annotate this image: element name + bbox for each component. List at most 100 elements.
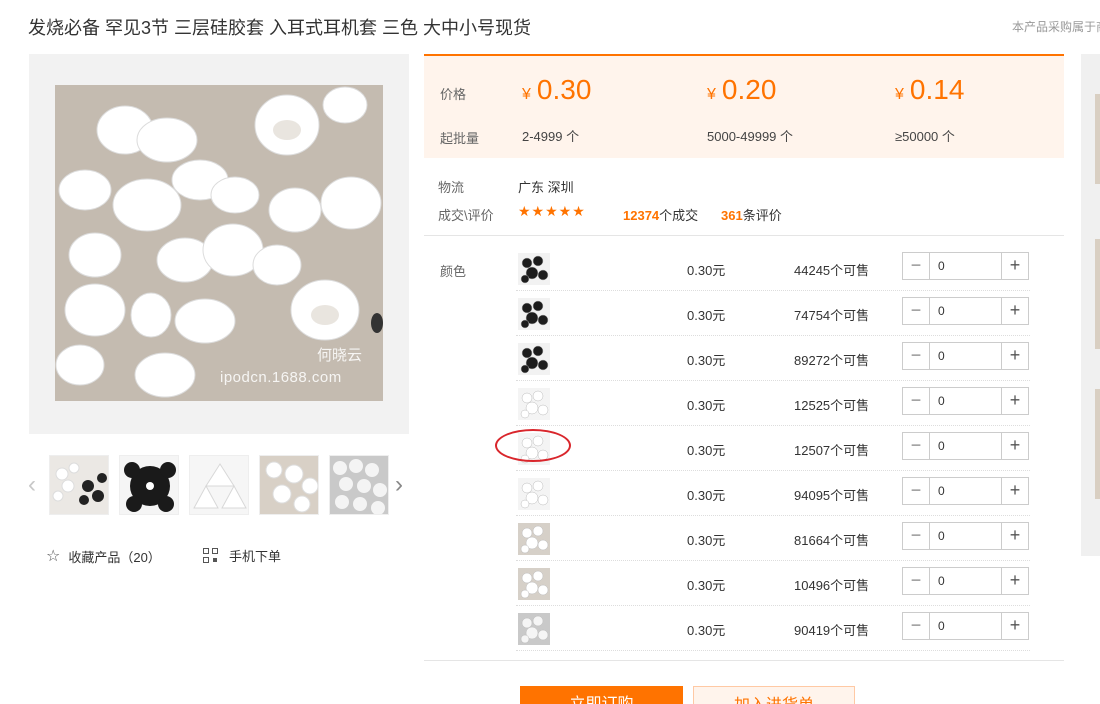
sku-stock: 12507个可售 bbox=[794, 443, 870, 458]
watermark-site: ipodcn.1688.com bbox=[220, 369, 342, 386]
thumbnail-3[interactable] bbox=[189, 455, 249, 515]
increase-button[interactable]: + bbox=[1001, 568, 1028, 594]
sku-row: 0.30元 44245个可售 −0 + bbox=[516, 246, 1030, 291]
sku-price: 0.30元 bbox=[687, 353, 726, 368]
sku-color-thumbnail[interactable] bbox=[518, 298, 550, 330]
sku-color-thumbnail[interactable] bbox=[518, 523, 550, 555]
review-count[interactable]: 361条评价 bbox=[721, 205, 782, 224]
quantity-stepper: −0 + bbox=[902, 432, 1029, 460]
mobile-order-label: 手机下单 bbox=[229, 549, 282, 564]
currency-symbol: ¥ bbox=[895, 86, 904, 103]
tier-3-price: ¥0.14 bbox=[895, 74, 965, 105]
quantity-stepper: −0 + bbox=[902, 342, 1029, 370]
main-product-image: 何晓云 ipodcn.1688.com bbox=[29, 54, 409, 434]
sku-row: 0.30元 10496个可售 −0 + bbox=[516, 561, 1030, 606]
watermark-name: 何晓云 bbox=[317, 347, 363, 364]
price-panel: 价格 起批量 ¥0.30 ¥0.20 ¥0.14 2-4999 个 5000-4… bbox=[424, 54, 1064, 158]
quantity-input[interactable]: 0 bbox=[930, 433, 1001, 459]
decrease-button[interactable]: − bbox=[903, 253, 930, 279]
sku-color-thumbnail[interactable] bbox=[518, 478, 550, 510]
decrease-button[interactable]: − bbox=[903, 433, 930, 459]
sku-row: 0.30元 89272个可售 −0 + bbox=[516, 336, 1030, 381]
quantity-stepper: −0 + bbox=[902, 387, 1029, 415]
sku-stock: 90419个可售 bbox=[794, 623, 870, 638]
sku-price: 0.30元 bbox=[687, 308, 726, 323]
quantity-input[interactable]: 0 bbox=[930, 523, 1001, 549]
decrease-button[interactable]: − bbox=[903, 568, 930, 594]
sku-color-thumbnail[interactable] bbox=[518, 613, 550, 645]
sku-row: 0.30元 12525个可售 −0 + bbox=[516, 381, 1030, 426]
sku-price: 0.30元 bbox=[687, 533, 726, 548]
thumbnail-2[interactable] bbox=[119, 455, 179, 515]
sku-color-thumbnail[interactable] bbox=[518, 568, 550, 600]
currency-symbol: ¥ bbox=[522, 86, 531, 103]
tier-2-quantity: 5000-49999 个 bbox=[707, 129, 794, 144]
increase-button[interactable]: + bbox=[1001, 523, 1028, 549]
sku-price: 0.30元 bbox=[687, 263, 726, 278]
sku-stock: 44245个可售 bbox=[794, 263, 870, 278]
increase-button[interactable]: + bbox=[1001, 433, 1028, 459]
qr-code-icon bbox=[203, 547, 219, 564]
sku-price: 0.30元 bbox=[687, 623, 726, 638]
quantity-stepper: −0 + bbox=[902, 477, 1029, 505]
sku-stock: 74754个可售 bbox=[794, 308, 870, 323]
quantity-input[interactable]: 0 bbox=[930, 253, 1001, 279]
tier-1-quantity: 2-4999 个 bbox=[522, 129, 580, 144]
decrease-button[interactable]: − bbox=[903, 298, 930, 324]
quantity-input[interactable]: 0 bbox=[930, 298, 1001, 324]
decrease-button[interactable]: − bbox=[903, 388, 930, 414]
thumbnail-strip bbox=[49, 455, 389, 515]
sku-row: 0.30元 12507个可售 −0 + bbox=[516, 426, 1030, 471]
increase-button[interactable]: + bbox=[1001, 478, 1028, 504]
sku-color-thumbnail[interactable] bbox=[518, 343, 550, 375]
quantity-input[interactable]: 0 bbox=[930, 568, 1001, 594]
increase-button[interactable]: + bbox=[1001, 298, 1028, 324]
increase-button[interactable]: + bbox=[1001, 388, 1028, 414]
sku-price: 0.30元 bbox=[687, 578, 726, 593]
currency-symbol: ¥ bbox=[707, 86, 716, 103]
price-label: 价格 bbox=[440, 87, 467, 102]
sku-price: 0.30元 bbox=[687, 398, 726, 413]
tier-3-quantity: ≥50000 个 bbox=[895, 129, 955, 144]
quantity-input[interactable]: 0 bbox=[930, 478, 1001, 504]
buy-now-button[interactable]: 立即订购 bbox=[520, 686, 683, 704]
thumbnail-4[interactable] bbox=[259, 455, 319, 515]
right-side-panel bbox=[1081, 54, 1100, 556]
add-to-cart-button[interactable]: 加入进货单 bbox=[693, 686, 855, 704]
thumbnail-1[interactable] bbox=[49, 455, 109, 515]
sku-stock: 12525个可售 bbox=[794, 398, 870, 413]
sku-stock: 89272个可售 bbox=[794, 353, 870, 368]
quantity-stepper: −0 + bbox=[902, 297, 1029, 325]
quantity-stepper: −0 + bbox=[902, 522, 1029, 550]
quantity-stepper: −0 + bbox=[902, 567, 1029, 595]
increase-button[interactable]: + bbox=[1001, 253, 1028, 279]
thumbnail-next-arrow[interactable]: › bbox=[395, 472, 409, 498]
increase-button[interactable]: + bbox=[1001, 613, 1028, 639]
mobile-order-button[interactable]: 手机下单 bbox=[203, 546, 281, 565]
deal-count[interactable]: 12374个成交 bbox=[623, 205, 698, 224]
quantity-input[interactable]: 0 bbox=[930, 343, 1001, 369]
thumbnail-5[interactable] bbox=[329, 455, 389, 515]
decrease-button[interactable]: − bbox=[903, 613, 930, 639]
sku-color-thumbnail[interactable] bbox=[518, 388, 550, 420]
tier-1-price: ¥0.30 bbox=[522, 74, 592, 105]
logistics-label: 物流 bbox=[438, 180, 465, 195]
sku-row: 0.30元 74754个可售 −0 + bbox=[516, 291, 1030, 336]
increase-button[interactable]: + bbox=[1001, 343, 1028, 369]
quantity-stepper: −0 + bbox=[902, 252, 1029, 280]
quantity-input[interactable]: 0 bbox=[930, 613, 1001, 639]
deals-label: 成交\评价 bbox=[438, 208, 494, 223]
logistics-location: 广东 深圳 bbox=[518, 180, 574, 195]
sku-price: 0.30元 bbox=[687, 443, 726, 458]
section-divider bbox=[424, 235, 1064, 236]
sku-color-thumbnail[interactable] bbox=[518, 253, 550, 285]
quantity-input[interactable]: 0 bbox=[930, 388, 1001, 414]
decrease-button[interactable]: − bbox=[903, 343, 930, 369]
decrease-button[interactable]: − bbox=[903, 478, 930, 504]
favorite-button[interactable]: ☆ 收藏产品（20） bbox=[46, 546, 161, 566]
sku-row: 0.30元 90419个可售 −0 + bbox=[516, 606, 1030, 651]
decrease-button[interactable]: − bbox=[903, 523, 930, 549]
thumbnail-prev-arrow[interactable]: ‹ bbox=[28, 472, 42, 498]
favorite-label: 收藏产品（20） bbox=[68, 549, 161, 565]
section-divider bbox=[424, 660, 1064, 661]
